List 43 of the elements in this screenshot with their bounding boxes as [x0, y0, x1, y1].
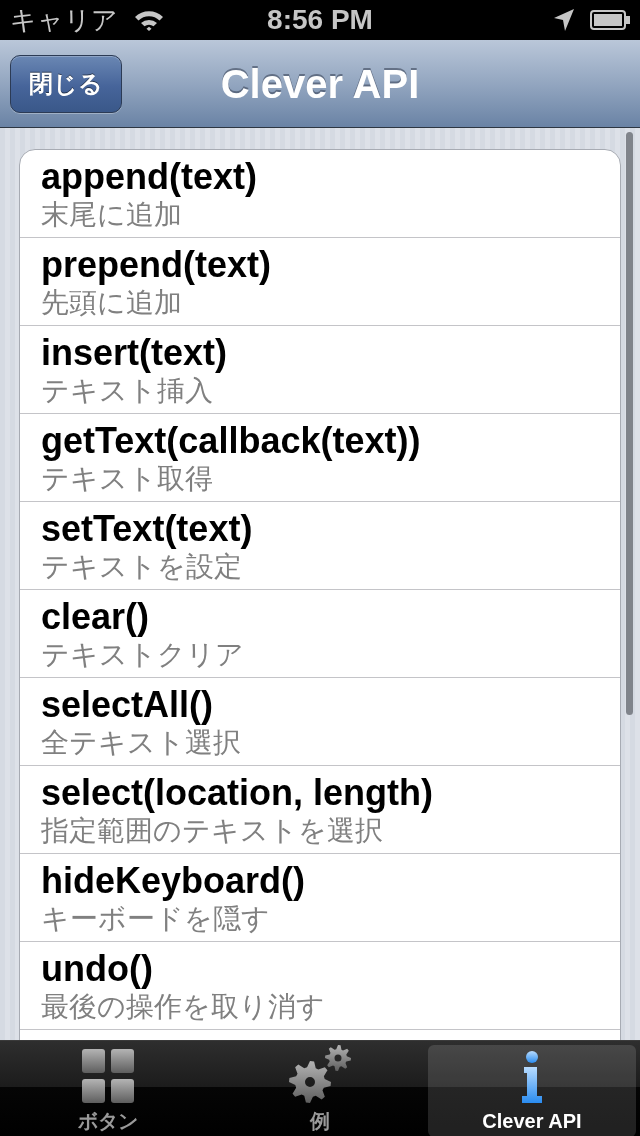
gears-icon: [289, 1045, 351, 1103]
navigation-title: Clever API: [220, 60, 420, 108]
method-description: 先頭に追加: [41, 286, 183, 320]
api-list-row[interactable]: undo() 最後の操作を取り消す: [20, 942, 620, 1030]
method-description: テキスト挿入: [41, 374, 214, 408]
method-name: select(location, length): [41, 772, 435, 814]
method-name: setText(text): [41, 508, 254, 550]
method-description: 指定範囲のテキストを選択: [41, 814, 384, 848]
api-list-row[interactable]: select(location, length) 指定範囲のテキストを選択: [20, 766, 620, 854]
method-description: キーボードを隠す: [41, 902, 271, 936]
method-name: hideKeyboard(): [41, 860, 307, 902]
method-description: テキストを設定: [41, 550, 243, 584]
battery-icon: [590, 10, 630, 30]
method-name: clear(): [41, 596, 151, 638]
method-name: selectAll(): [41, 684, 215, 726]
method-name: append(text): [41, 156, 258, 198]
method-description: 最後の操作を取り消す: [41, 990, 326, 1024]
api-list-row[interactable]: selectAll() 全テキスト選択: [20, 678, 620, 766]
carrier-name: キャリア: [10, 5, 118, 35]
api-list-row[interactable]: prepend(text) 先頭に追加: [20, 238, 620, 326]
method-description: 末尾に追加: [41, 198, 183, 232]
method-description: テキストクリア: [41, 638, 245, 672]
api-list-row[interactable]: setText(text) テキストを設定: [20, 502, 620, 590]
api-list-row[interactable]: clear() テキストクリア: [20, 590, 620, 678]
api-list-row[interactable]: hideKeyboard() キーボードを隠す: [20, 854, 620, 942]
grid-icon: [82, 1049, 134, 1103]
location-arrow-icon: [554, 9, 574, 31]
method-name: prepend(text): [41, 244, 272, 286]
method-name: insert(text): [41, 332, 229, 374]
info-icon: [520, 1051, 544, 1103]
method-description: 全テキスト選択: [41, 726, 242, 760]
close-button[interactable]: 閉じる: [10, 54, 122, 113]
method-name: undo(): [41, 948, 154, 990]
api-list-row[interactable]: append(text) 末尾に追加: [20, 150, 620, 238]
tab-item[interactable]: ボタン: [4, 1045, 212, 1136]
status-time: 8:56 PM: [267, 4, 373, 36]
wifi-icon: [134, 9, 164, 31]
method-name: getText(callback(text)): [41, 420, 422, 462]
tab-item[interactable]: 例: [216, 1045, 424, 1136]
api-list-row[interactable]: getText(callback(text)) テキスト取得: [20, 414, 620, 502]
tab-item[interactable]: Clever API: [428, 1045, 636, 1136]
api-list-row[interactable]: insert(text) テキスト挿入: [20, 326, 620, 414]
method-description: テキスト取得: [41, 462, 214, 496]
